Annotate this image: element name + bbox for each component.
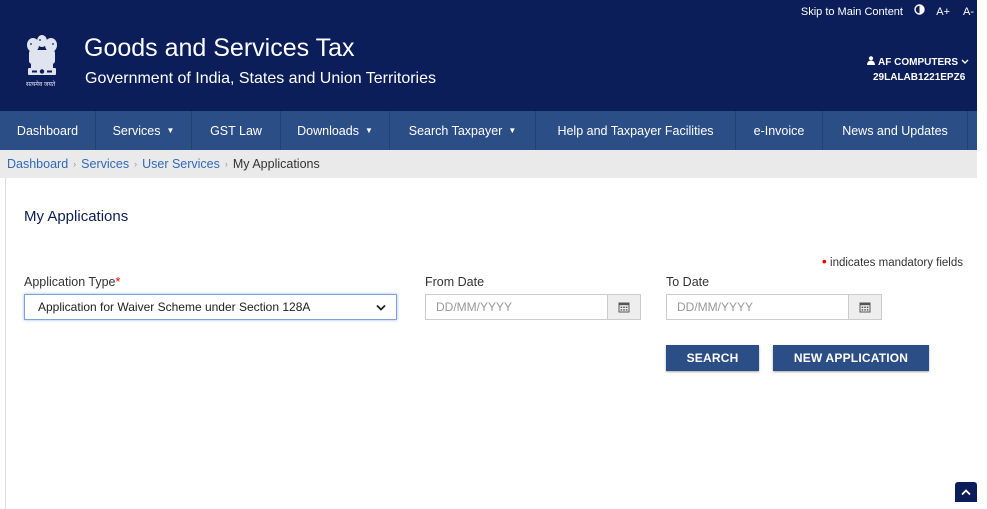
application-type-label-text: Application Type [24, 275, 116, 289]
calendar-icon[interactable] [848, 295, 881, 319]
page-title: My Applications [24, 208, 129, 225]
application-type-label: Application Type* [24, 275, 120, 289]
site-subtitle: Government of India, States and Union Te… [85, 70, 436, 87]
required-marker: * [115, 275, 121, 289]
application-type-value: Application for Waiver Scheme under Sect… [38, 300, 311, 314]
contrast-toggle-icon[interactable] [914, 4, 925, 15]
to-date-field [666, 294, 882, 320]
from-date-field [425, 294, 641, 320]
application-type-select[interactable]: Application for Waiver Scheme under Sect… [24, 294, 397, 320]
caret-down-icon: ▼ [508, 126, 517, 135]
to-date-label: To Date [666, 275, 710, 289]
main-navigation: Dashboard Services ▼ GST Law Downloads ▼ S… [0, 111, 977, 150]
top-utility-bar: Skip to Main Content A+ A- [0, 0, 977, 24]
breadcrumb-separator-icon: › [224, 159, 228, 169]
chevron-up-icon [961, 483, 971, 501]
chevron-down-icon [376, 302, 386, 312]
gst-portal-page: Skip to Main Content A+ A- सत्यमेव जयते … [0, 0, 977, 509]
site-header: सत्यमेव जयते Goods and Services Tax Gove… [0, 24, 977, 111]
nav-item-news-updates[interactable]: News and Updates [823, 111, 968, 150]
nav-label: Search Taxpayer [408, 123, 503, 138]
nav-item-e-invoice[interactable]: e-Invoice [736, 111, 823, 150]
mandatory-fields-note: • indicates mandatory fields [822, 253, 963, 269]
nav-label: Help and Taxpayer Facilities [557, 123, 714, 138]
font-decrease-button[interactable]: A- [963, 6, 974, 18]
breadcrumb-separator-icon: › [134, 159, 138, 169]
to-date-input[interactable] [667, 295, 848, 319]
skip-to-main-content-link[interactable]: Skip to Main Content [801, 6, 903, 18]
breadcrumb-services[interactable]: Services [81, 157, 129, 171]
site-title[interactable]: Goods and Services Tax [84, 34, 355, 63]
nav-label: GST Law [210, 123, 262, 138]
font-increase-button[interactable]: A+ [936, 6, 950, 18]
nav-label: Services [112, 123, 161, 138]
main-content: My Applications • indicates mandatory fi… [5, 178, 977, 509]
nav-item-dashboard[interactable]: Dashboard [0, 111, 96, 150]
nav-item-services[interactable]: Services ▼ [96, 111, 192, 150]
required-dot-icon: • [821, 253, 827, 269]
breadcrumb-current: My Applications [232, 157, 320, 171]
caret-down-icon: ▼ [364, 126, 373, 135]
user-menu[interactable]: AF COMPUTERS 29LALAB1221EPZ6 [867, 56, 977, 83]
mandatory-note-text: indicates mandatory fields [830, 257, 963, 269]
nav-label: Downloads [297, 123, 359, 138]
nav-item-downloads[interactable]: Downloads ▼ [281, 111, 390, 150]
breadcrumb-separator-icon: › [73, 159, 77, 169]
from-date-input[interactable] [426, 295, 607, 319]
breadcrumb-user-services[interactable]: User Services [142, 157, 220, 171]
nav-item-search-taxpayer[interactable]: Search Taxpayer ▼ [390, 111, 536, 150]
nav-label: e-Invoice [753, 123, 805, 138]
breadcrumb-dashboard[interactable]: Dashboard [7, 157, 68, 171]
nav-item-gst-law[interactable]: GST Law [192, 111, 281, 150]
calendar-icon[interactable] [607, 295, 640, 319]
user-name: AF COMPUTERS [878, 56, 958, 68]
nav-item-help-taxpayer-facilities[interactable]: Help and Taxpayer Facilities [536, 111, 736, 150]
search-button[interactable]: SEARCH [666, 345, 759, 371]
user-icon [867, 56, 875, 68]
user-gstin: 29LALAB1221EPZ6 [873, 72, 966, 83]
new-application-button[interactable]: NEW APPLICATION [773, 345, 929, 371]
caret-down-icon: ▼ [166, 126, 175, 135]
emblem-caption: सत्यमेव जयते [26, 82, 56, 88]
from-date-label: From Date [425, 275, 485, 289]
nav-label: Dashboard [16, 123, 79, 138]
nav-label: News and Updates [842, 123, 948, 138]
scroll-to-top-button[interactable] [955, 482, 977, 502]
breadcrumb: Dashboard › Services › User Services › M… [0, 150, 977, 178]
chevron-down-icon [961, 57, 969, 68]
